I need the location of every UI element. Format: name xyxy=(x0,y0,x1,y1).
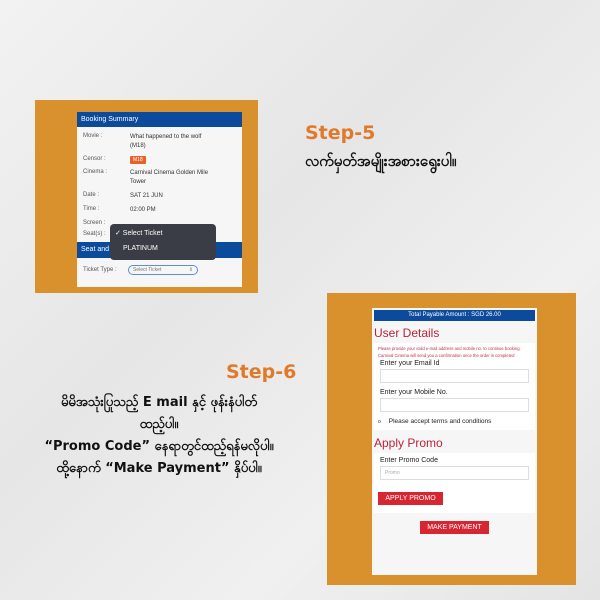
mobile-input[interactable] xyxy=(380,398,529,412)
step6-line-4: ထို့နောက် “Make Payment” နှိပ်ပါ။ xyxy=(56,461,262,476)
date-label: Date : xyxy=(83,192,100,198)
booking-summary-card: Booking Summary Movie : What happened to … xyxy=(77,112,242,287)
terms-label: Please accept terms and conditions xyxy=(388,418,492,425)
promo-label: Enter Promo Code xyxy=(380,457,438,464)
cinema-label: Cinema : xyxy=(83,169,108,175)
user-details-box: Please provide your valid e-mail address… xyxy=(374,343,535,430)
apply-promo-heading: Apply Promo xyxy=(374,436,443,450)
ticket-type-label: Ticket Type : xyxy=(83,267,117,273)
promo-box: Enter Promo Code Promo APPLY PROMO xyxy=(374,453,535,513)
apply-promo-button[interactable]: APPLY PROMO xyxy=(378,492,443,505)
censor-badge: M18 xyxy=(130,156,146,164)
movie-label: Movie : xyxy=(83,133,103,139)
dropdown-option-platinum[interactable]: PLATINUM xyxy=(115,245,211,252)
email-input[interactable] xyxy=(380,369,529,383)
movie-value: What happened to the wolf (M18) xyxy=(130,134,202,149)
step5-title: Step-5 xyxy=(305,122,376,144)
promo-placeholder: Promo xyxy=(385,470,400,476)
cinema-value: Carnival Cinema Golden Mile Tower xyxy=(130,170,209,185)
ticket-type-select[interactable]: Select Ticket ⇕ xyxy=(128,265,198,275)
step6-line-3: “Promo Code” နေရာတွင်ထည့်ရန်မလိုပါ။ xyxy=(44,439,274,454)
user-details-heading: User Details xyxy=(374,326,440,340)
date-value: SAT 21 JUN xyxy=(130,193,163,199)
email-label: Enter your Email Id xyxy=(380,360,440,367)
step6-line-2: ထည့်ပါ။ xyxy=(139,417,179,432)
ticket-dropdown-menu: ✓ Select Ticket PLATINUM xyxy=(110,224,216,260)
time-label: Time : xyxy=(83,206,100,212)
make-payment-button[interactable]: MAKE PAYMENT xyxy=(420,521,489,534)
censor-label: Censor : xyxy=(83,156,106,162)
step6-line-1: မိမိအသုံးပြုသည့် E mail နှင့် ဖုန်းနံပါတ… xyxy=(60,395,258,410)
booking-summary-header: Booking Summary xyxy=(77,112,242,127)
select-arrows-icon: ⇕ xyxy=(188,267,193,273)
step5-text: လက်မှတ်အမျိုးအစားရွေးပါ။ xyxy=(305,152,457,170)
terms-radio[interactable]: o xyxy=(378,419,381,425)
dropdown-option-select-ticket[interactable]: ✓ Select Ticket xyxy=(115,229,211,237)
time-value: 02:00 PM xyxy=(130,207,156,213)
ticket-select-value: Select Ticket xyxy=(133,267,162,273)
total-payable-bar: Total Payable Amount : SGD 26.00 xyxy=(374,310,535,321)
step6-title: Step-6 xyxy=(226,361,297,383)
promo-input[interactable]: Promo xyxy=(380,466,529,480)
mobile-label: Enter your Mobile No. xyxy=(380,389,448,396)
payment-card: Total Payable Amount : SGD 26.00 User De… xyxy=(372,308,537,575)
notice-text: Please provide your valid e-mail address… xyxy=(378,346,521,358)
